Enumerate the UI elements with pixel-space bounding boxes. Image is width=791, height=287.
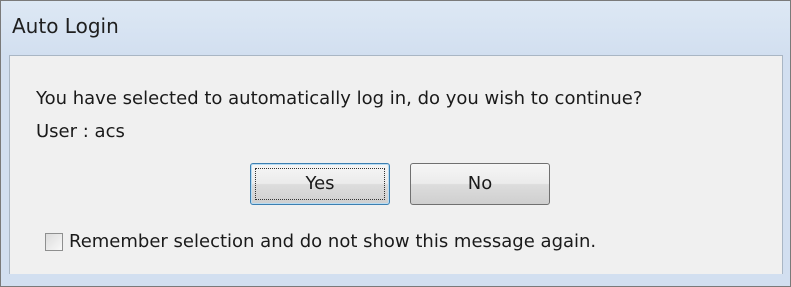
user-label: User : acs [36,121,125,142]
dialog-body: You have selected to automatically log i… [9,55,783,275]
confirmation-message: You have selected to automatically log i… [36,88,643,109]
remember-selection-row[interactable]: Remember selection and do not show this … [45,228,596,256]
window-frame-right [783,55,790,286]
window-frame-left [1,55,9,286]
remember-selection-label[interactable]: Remember selection and do not show this … [69,230,596,254]
yes-button[interactable]: Yes [250,163,390,205]
remember-selection-checkbox[interactable] [45,233,63,251]
window-title: Auto Login [12,14,119,38]
no-button-label: No [467,173,493,194]
no-button[interactable]: No [410,163,550,205]
title-bar[interactable]: Auto Login [1,1,790,55]
yes-button-label: Yes [305,173,335,194]
auto-login-dialog: Auto Login You have selected to automati… [0,0,791,287]
window-frame-bottom [1,274,790,286]
